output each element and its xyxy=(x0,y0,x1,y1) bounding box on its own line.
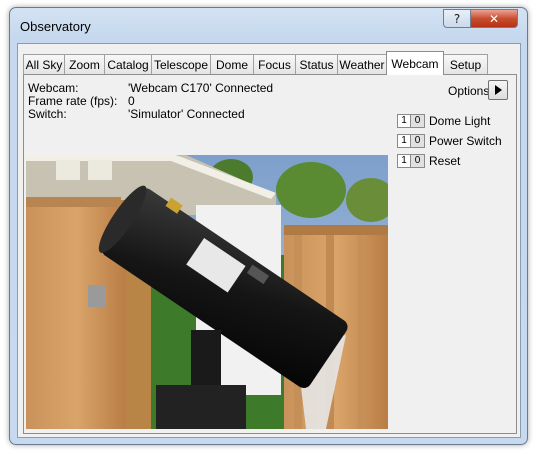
info-value: 'Webcam C170' Connected xyxy=(128,81,274,95)
tab-catalog[interactable]: Catalog xyxy=(104,54,152,74)
dome-light-toggle[interactable]: 1 0 xyxy=(397,114,425,128)
telescope-photo xyxy=(26,155,388,429)
options-label: Options xyxy=(448,84,490,98)
tab-telescope[interactable]: Telescope xyxy=(151,54,211,74)
tab-weather[interactable]: Weather xyxy=(337,54,387,74)
webcam-info-panel: Webcam: 'Webcam C170' Connected Frame ra… xyxy=(26,77,384,152)
switch-on-label[interactable]: 1 xyxy=(397,154,411,168)
reset-toggle[interactable]: 1 0 xyxy=(397,154,425,168)
help-button[interactable]: ? xyxy=(443,9,471,28)
tab-focus[interactable]: Focus xyxy=(253,54,296,74)
webcam-image xyxy=(26,155,388,429)
info-value: 'Simulator' Connected xyxy=(128,107,245,121)
switch-on-label[interactable]: 1 xyxy=(397,134,411,148)
switch-label: Power Switch xyxy=(429,134,502,148)
observatory-window: Observatory ? ✕ All Sky Zoom Catalog Tel… xyxy=(9,7,528,445)
tab-zoom[interactable]: Zoom xyxy=(64,54,105,74)
options-expand-button[interactable] xyxy=(488,80,508,100)
switch-on-label[interactable]: 1 xyxy=(397,114,411,128)
window-title: Observatory xyxy=(20,19,91,34)
close-button[interactable]: ✕ xyxy=(470,9,518,28)
switch-label: Dome Light xyxy=(429,114,491,128)
tab-setup[interactable]: Setup xyxy=(443,54,488,74)
tab-all-sky[interactable]: All Sky xyxy=(23,54,65,74)
webcam-tab-page: Webcam: 'Webcam C170' Connected Frame ra… xyxy=(23,74,517,434)
switch-label: Reset xyxy=(429,154,461,168)
tab-status[interactable]: Status xyxy=(295,54,338,74)
switch-off-label[interactable]: 0 xyxy=(411,134,425,148)
info-label: Switch: xyxy=(28,107,67,121)
power-switch-toggle[interactable]: 1 0 xyxy=(397,134,425,148)
switch-off-label[interactable]: 0 xyxy=(411,154,425,168)
client-area: All Sky Zoom Catalog Telescope Dome Focu… xyxy=(17,43,521,438)
switch-off-label[interactable]: 0 xyxy=(411,114,425,128)
tab-dome[interactable]: Dome xyxy=(210,54,254,74)
tab-webcam[interactable]: Webcam xyxy=(386,51,444,75)
